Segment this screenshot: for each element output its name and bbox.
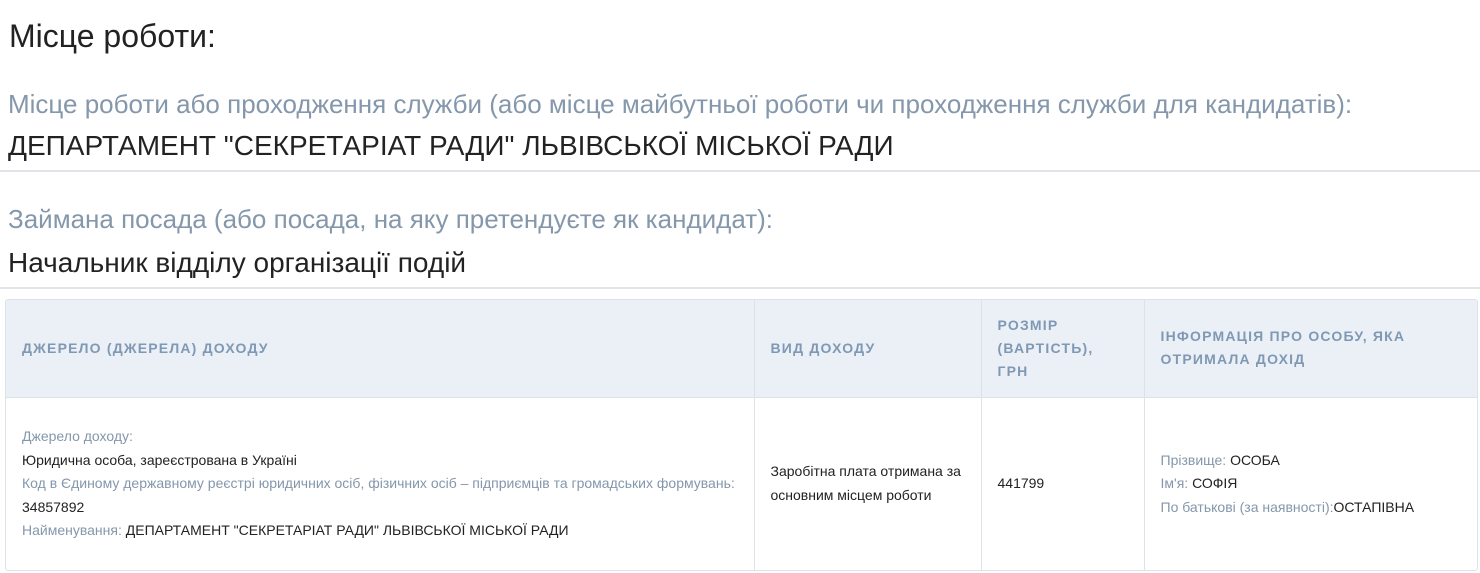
code-value: 34857892 <box>22 498 85 515</box>
header-income-type: ВИД ДОХОДУ <box>754 300 982 398</box>
header-income-source: ДЖЕРЕЛО (ДЖЕРЕЛА) ДОХОДУ <box>6 300 755 398</box>
surname-value: ОСОБА <box>1230 451 1280 468</box>
income-table: ДЖЕРЕЛО (ДЖЕРЕЛА) ДОХОДУ ВИД ДОХОДУ РОЗМ… <box>5 299 1478 571</box>
first-name-value: СОФІЯ <box>1192 475 1238 491</box>
divider <box>0 170 1480 172</box>
header-recipient-info: ІНФОРМАЦІЯ ПРО ОСОБУ, ЯКА ОТРИМАЛА ДОХІД <box>1144 300 1477 398</box>
income-type-cell: Заробітна плата отримана за основним міс… <box>754 397 982 570</box>
patronymic-label: По батькові (за наявності): <box>1160 498 1334 515</box>
section-title: Місце роботи: <box>9 18 216 54</box>
table-row: Джерело доходу: Юридична особа, зареєстр… <box>6 397 1477 570</box>
patronymic-value: ОСТАПІВНА <box>1333 498 1415 515</box>
income-source-cell: Джерело доходу: Юридична особа, зареєстр… <box>6 397 755 570</box>
recipient-info-cell: Прізвище: ОСОБА Ім'я: СОФІЯ По батькові … <box>1144 397 1477 570</box>
surname-label: Прізвище: <box>1160 451 1227 468</box>
name-label: Найменування: <box>22 522 122 538</box>
amount-cell: 441799 <box>981 397 1145 570</box>
position-label: Займана посада (або посада, на яку прете… <box>8 204 773 234</box>
name-value: ДЕПАРТАМЕНТ "СЕКРЕТАРІАТ РАДИ" ЛЬВІВСЬКО… <box>125 522 569 538</box>
workplace-label: Місце роботи або проходження служби (або… <box>8 89 1353 119</box>
divider <box>0 287 1480 289</box>
position-value: Начальник відділу організації подій <box>8 247 467 278</box>
header-amount: РОЗМІР (ВАРТІСТЬ), ГРН <box>981 300 1145 398</box>
code-label: Код в Єдиному державному реєстрі юридичн… <box>22 475 735 491</box>
table-header-row: ДЖЕРЕЛО (ДЖЕРЕЛА) ДОХОДУ ВИД ДОХОДУ РОЗМ… <box>6 300 1477 398</box>
workplace-value: ДЕПАРТАМЕНТ "СЕКРЕТАРІАТ РАДИ" ЛЬВІВСЬКО… <box>8 130 894 161</box>
source-label: Джерело доходу: <box>22 428 133 444</box>
source-value: Юридична особа, зареєстрована в Україні <box>22 451 297 468</box>
first-name-label: Ім'я: <box>1160 475 1189 491</box>
